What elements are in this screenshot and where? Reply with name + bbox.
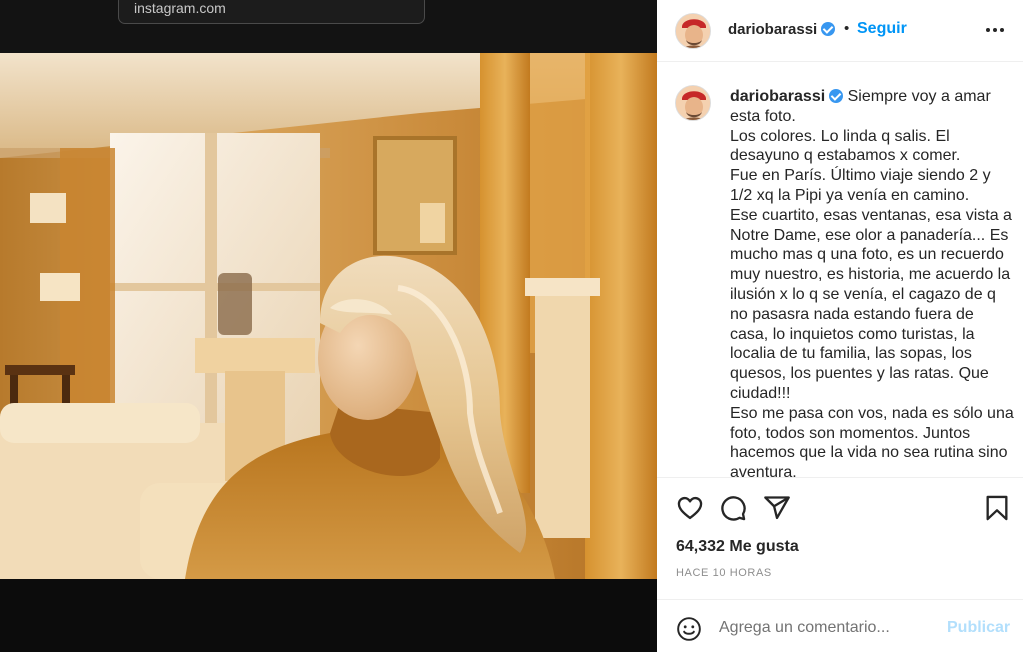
avatar[interactable] — [675, 85, 711, 121]
header-username-row: dariobarassi — [728, 21, 836, 39]
separator-dot: • — [844, 20, 850, 37]
add-comment-row: Publicar — [657, 599, 1023, 652]
caption-text: Siempre voy a amar esta foto. Los colores… — [730, 88, 1014, 477]
comment-input[interactable] — [719, 616, 929, 640]
browser-toolbar: instagram.com — [0, 0, 657, 53]
smiley-icon[interactable] — [676, 616, 702, 642]
more-options-icon[interactable] — [983, 18, 1007, 42]
post-photo[interactable] — [0, 53, 657, 579]
bookmark-icon[interactable] — [983, 494, 1011, 522]
verified-badge-icon — [829, 89, 844, 103]
comments-section[interactable]: dariobarassi Siempre voy a amar esta fot… — [657, 63, 1023, 477]
action-bar: 64,332 Me gusta HACE 10 HORAS Publicar — [657, 477, 1023, 652]
avatar[interactable] — [675, 13, 711, 49]
url-bar[interactable]: instagram.com — [118, 0, 425, 24]
paper-plane-icon[interactable] — [763, 494, 791, 522]
caption-username[interactable]: dariobarassi — [730, 88, 825, 105]
username[interactable]: dariobarassi — [728, 21, 817, 38]
post-timestamp[interactable]: HACE 10 HORAS — [676, 567, 772, 579]
post-header: dariobarassi • Seguir — [657, 0, 1023, 62]
url-text: instagram.com — [134, 0, 226, 16]
media-viewer: instagram.com — [0, 0, 657, 652]
post-panel: dariobarassi • Seguir dariobarassi Siemp… — [657, 0, 1023, 652]
heart-icon[interactable] — [676, 494, 704, 522]
media-bottom-bar — [0, 579, 657, 652]
verified-badge-icon — [821, 22, 836, 36]
publish-button[interactable]: Publicar — [947, 619, 1010, 637]
comment-bubble-icon[interactable] — [719, 494, 747, 522]
likes-count[interactable]: 64,332 Me gusta — [676, 538, 799, 556]
post-caption: dariobarassi Siempre voy a amar esta fot… — [730, 87, 1015, 477]
follow-button[interactable]: Seguir — [857, 20, 907, 38]
